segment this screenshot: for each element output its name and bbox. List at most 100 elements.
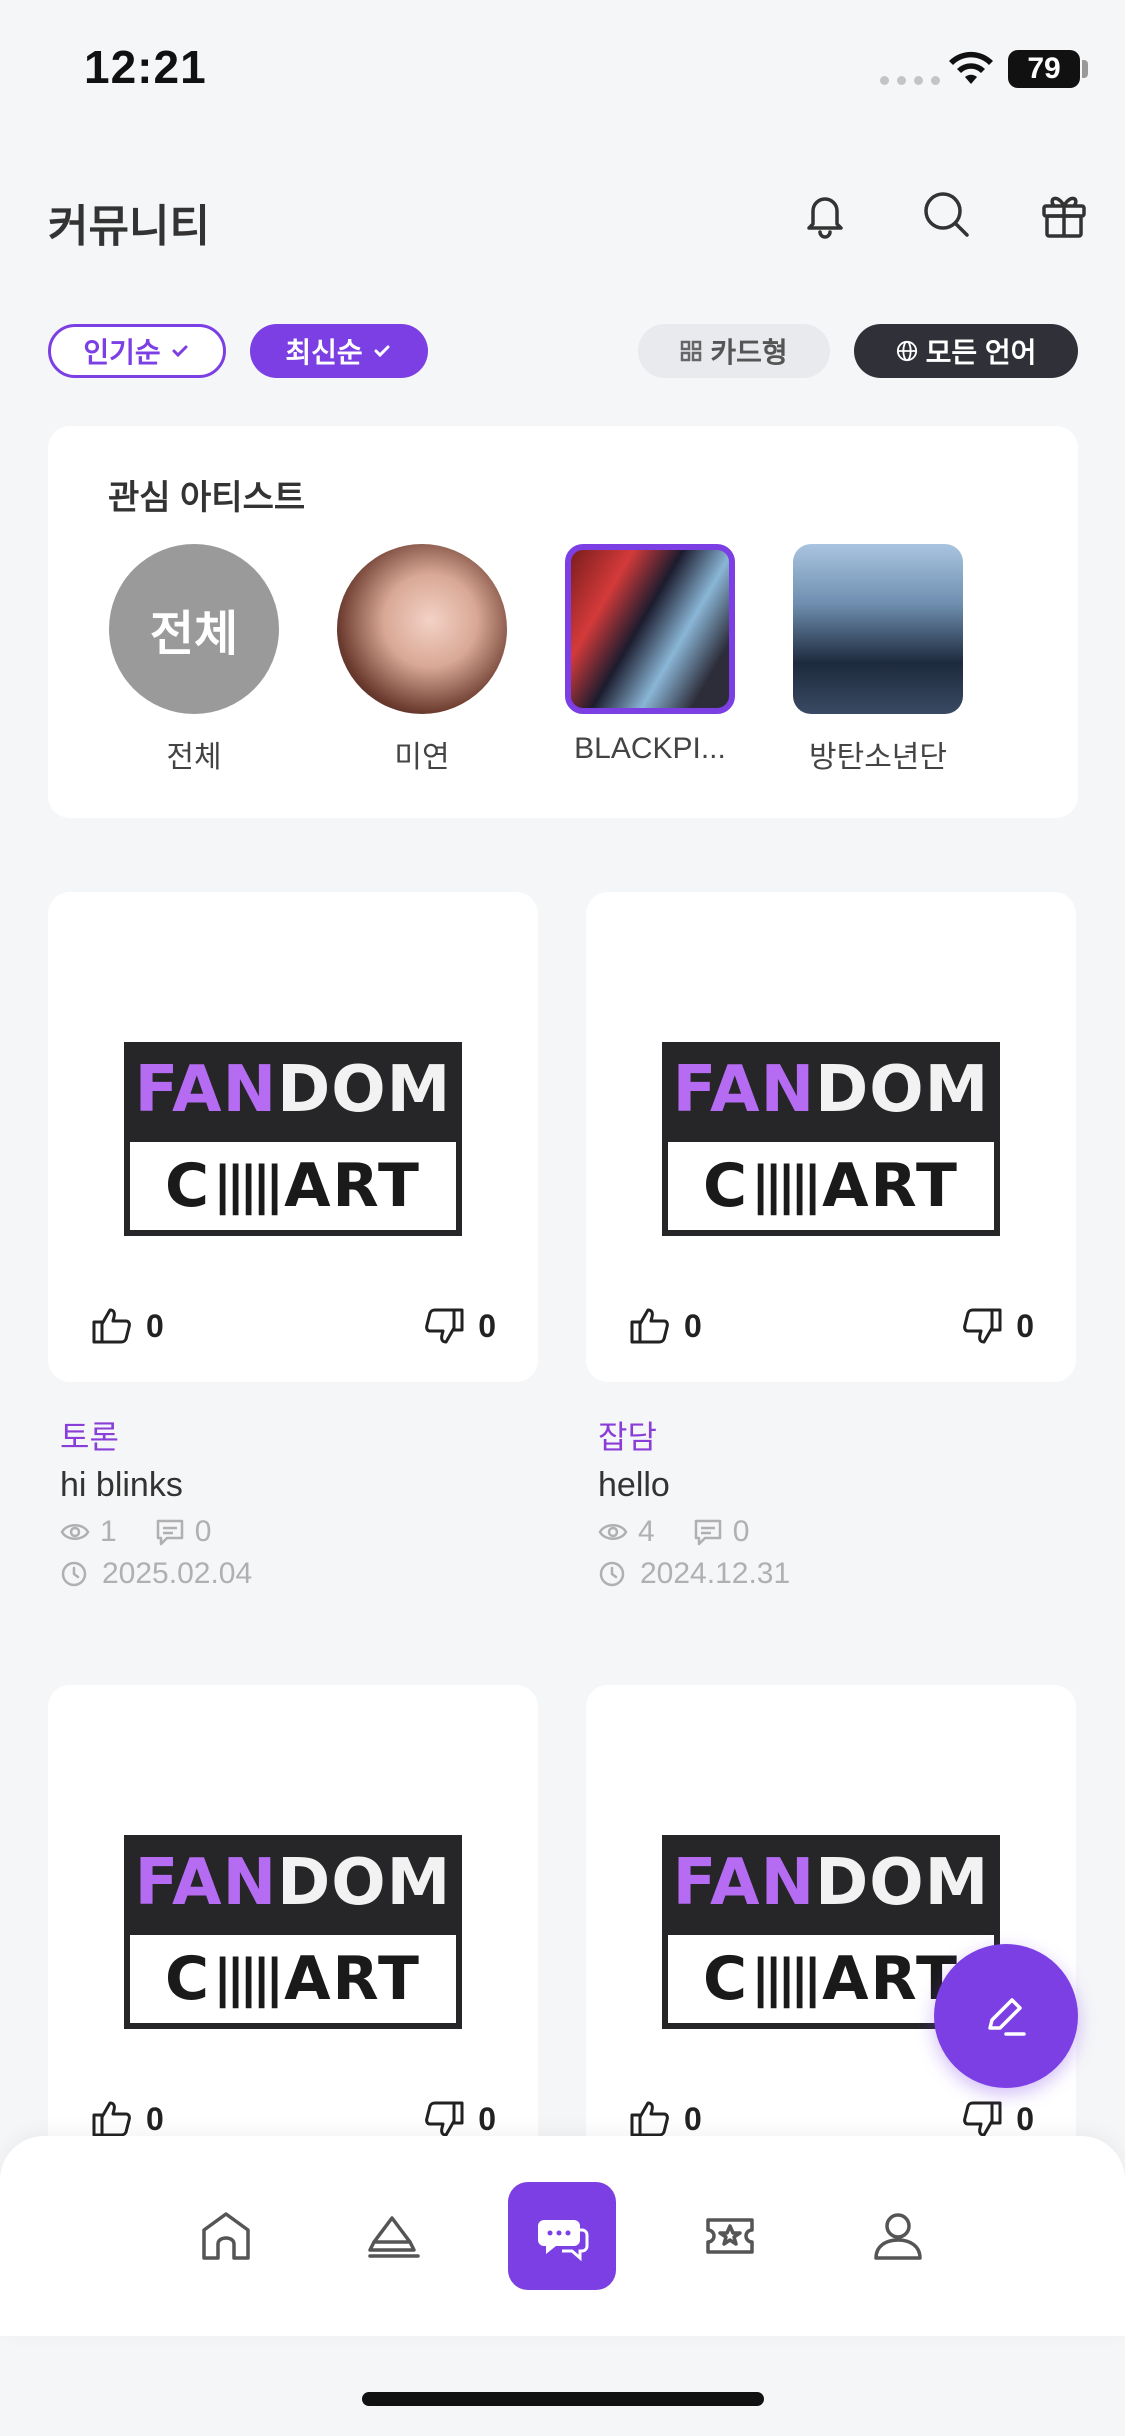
bell-icon[interactable]: [797, 186, 853, 242]
post-date: 2025.02.04: [102, 1557, 253, 1590]
like-count: 0: [684, 2100, 702, 2137]
artist-item-bts[interactable]: 방탄소년단: [792, 544, 964, 776]
dislike-button[interactable]: 0: [422, 2097, 496, 2141]
thumbs-down-icon: [425, 1308, 464, 1344]
avatar: 전체: [109, 544, 279, 714]
nav-tickets[interactable]: [676, 2182, 784, 2290]
ticket-icon: [706, 2218, 754, 2254]
post-card[interactable]: FAN DOM C ||||| ART 0 0: [48, 1685, 538, 2175]
clock-icon: [599, 1561, 625, 1587]
logo-fan: FAN: [134, 1846, 278, 1920]
like-button[interactable]: 0: [628, 2097, 702, 2141]
logo-dom: DOM: [815, 1846, 990, 1920]
search-icon[interactable]: [918, 186, 974, 242]
like-button[interactable]: 0: [90, 2097, 164, 2141]
dislike-count: 0: [478, 1307, 496, 1344]
logo-dom: DOM: [815, 1053, 990, 1127]
logo-c: C: [703, 1151, 750, 1221]
sort-popular-label: 인기순: [83, 337, 161, 368]
like-button[interactable]: 0: [90, 1304, 164, 1348]
thumbs-up-icon: [630, 2101, 669, 2137]
view-count: 1: [100, 1515, 117, 1548]
favorite-artists-title: 관심 아티스트: [108, 479, 306, 517]
thumbs-down-icon: [963, 1308, 1002, 1344]
wifi-icon: [949, 51, 993, 84]
dislike-count: 0: [1016, 2100, 1034, 2137]
grid-icon: [681, 340, 702, 362]
eraser-icon: [368, 2216, 420, 2258]
avatar: [565, 544, 735, 714]
dislike-button[interactable]: 0: [960, 1304, 1034, 1348]
post-card[interactable]: FAN DOM C ||||| ART 0 0: [586, 1685, 1076, 2175]
avatar: [337, 544, 507, 714]
view-mode-button[interactable]: 카드형: [638, 324, 830, 378]
bottom-nav: [0, 2136, 1125, 2336]
page-title: 커뮤니티: [48, 202, 210, 251]
status-time: 12:21: [84, 41, 207, 93]
artist-item-blackpink[interactable]: BLACKPI...: [564, 544, 736, 766]
eye-icon: [598, 1524, 628, 1540]
post-card[interactable]: FAN DOM C ||||| ART 0 0: [586, 892, 1076, 1382]
dislike-button[interactable]: 0: [422, 1304, 496, 1348]
sort-latest-button[interactable]: 최신순: [250, 324, 428, 378]
comment-count: 0: [194, 1515, 212, 1548]
nav-profile[interactable]: [844, 2182, 952, 2290]
check-icon: [172, 345, 188, 358]
fandom-chart-logo: FAN DOM C ||||| ART: [662, 1042, 1000, 1236]
battery-tip: [1082, 60, 1088, 78]
profile-icon: [874, 2213, 922, 2260]
fandom-chart-logo: FAN DOM C ||||| ART: [124, 1835, 462, 2029]
home-indicator: [362, 2392, 764, 2406]
sort-popular-button[interactable]: 인기순: [48, 324, 226, 378]
logo-art: ART: [822, 1151, 959, 1221]
nav-home[interactable]: [172, 2182, 280, 2290]
avatar: [793, 544, 963, 714]
post-category: 잡담: [598, 1419, 657, 1455]
like-count: 0: [146, 1307, 164, 1344]
post-stats: 1 0: [60, 1515, 550, 1549]
post-stats: 4 0: [598, 1515, 1088, 1549]
pencil-icon: [988, 1998, 1026, 2036]
clock-icon: [61, 1561, 87, 1587]
nav-vote[interactable]: [340, 2182, 448, 2290]
comment-count: 0: [732, 1515, 750, 1548]
status-bar: 12:21 79: [0, 0, 1125, 140]
comment-icon: [694, 1519, 721, 1546]
logo-dom: DOM: [277, 1053, 452, 1127]
language-label: 모든 언어: [925, 337, 1037, 368]
logo-fan: FAN: [672, 1053, 816, 1127]
post-meta[interactable]: 잡담 hello 4 0 2024.12.31: [598, 1412, 1088, 1591]
post-date-row: 2024.12.31: [598, 1557, 1088, 1591]
post-meta[interactable]: 토론 hi blinks 1 0 2025.02.04: [60, 1412, 550, 1591]
language-button[interactable]: 모든 언어: [854, 324, 1078, 378]
dislike-count: 0: [478, 2100, 496, 2137]
logo-bars: |||||: [751, 1156, 822, 1216]
post-category: 토론: [60, 1419, 119, 1455]
logo-bars: |||||: [213, 1949, 284, 2009]
post-title: hi blinks: [60, 1466, 183, 1504]
check-icon: [374, 345, 390, 358]
comment-icon: [156, 1519, 183, 1546]
logo-fan: FAN: [134, 1053, 278, 1127]
like-button[interactable]: 0: [628, 1304, 702, 1348]
post-date-row: 2025.02.04: [60, 1557, 550, 1591]
artist-item-miyeon[interactable]: 미연: [336, 544, 508, 776]
artist-item-all[interactable]: 전체 전체: [108, 544, 280, 776]
write-post-button[interactable]: [934, 1944, 1078, 2088]
nav-community[interactable]: [508, 2182, 616, 2290]
dislike-button[interactable]: 0: [960, 2097, 1034, 2141]
logo-c: C: [165, 1151, 212, 1221]
post-card[interactable]: FAN DOM C ||||| ART 0 0: [48, 892, 538, 1382]
cellular-signal-icon: [880, 76, 940, 85]
logo-fan: FAN: [672, 1846, 816, 1920]
thumbs-up-icon: [630, 1308, 669, 1344]
like-count: 0: [684, 1307, 702, 1344]
thumbs-down-icon: [963, 2101, 1002, 2137]
gift-icon[interactable]: [1036, 186, 1092, 242]
logo-bars: |||||: [751, 1949, 822, 2009]
post-date: 2024.12.31: [640, 1557, 791, 1590]
favorite-artists-panel: 관심 아티스트 전체 전체 미연 BLACKPI... 방탄소년단: [48, 426, 1078, 818]
thumbs-down-icon: [425, 2101, 464, 2137]
fandom-chart-logo: FAN DOM C ||||| ART: [124, 1042, 462, 1236]
artist-name: 전체: [166, 741, 222, 774]
